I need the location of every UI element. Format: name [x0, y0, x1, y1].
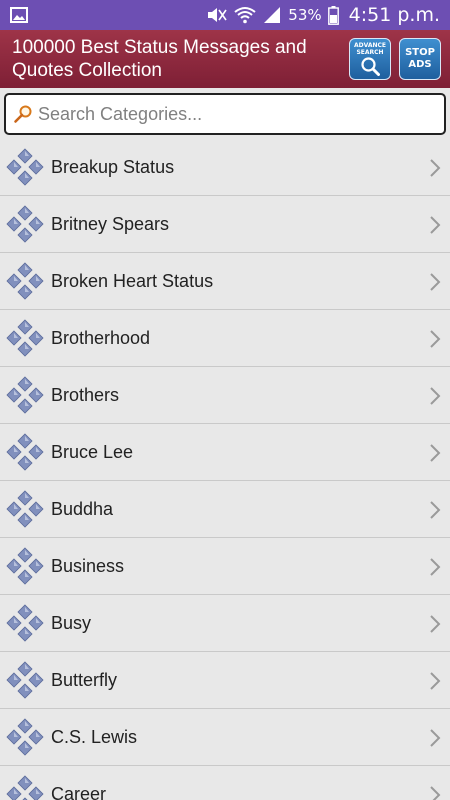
category-item[interactable]: Career: [0, 766, 450, 800]
category-item[interactable]: Broken Heart Status: [0, 253, 450, 310]
diamond-cluster-icon: [6, 604, 44, 642]
diamond-cluster-icon: [6, 547, 44, 585]
category-item[interactable]: Business: [0, 538, 450, 595]
category-label: Career: [51, 783, 107, 800]
advance-search-label-1: ADVANCE: [353, 42, 387, 49]
diamond-cluster-icon: [6, 775, 44, 800]
chevron-right-icon: [430, 216, 441, 234]
clock: 4:51 p.m.: [348, 4, 440, 26]
category-item[interactable]: Bruce Lee: [0, 424, 450, 481]
category-item[interactable]: Brotherhood: [0, 310, 450, 367]
wifi-icon: [234, 7, 256, 24]
category-item[interactable]: C.S. Lewis: [0, 709, 450, 766]
category-label: Business: [51, 555, 125, 576]
category-label: Butterfly: [51, 669, 118, 690]
category-label: Broken Heart Status: [51, 270, 214, 291]
category-label: Bruce Lee: [51, 441, 134, 462]
diamond-cluster-icon: [6, 262, 44, 300]
chevron-right-icon: [430, 672, 441, 690]
signal-icon: [264, 7, 281, 23]
magnifier-icon: [361, 57, 380, 76]
advance-search-label-2: SEARCH: [356, 49, 384, 56]
category-label: Busy: [51, 612, 92, 633]
category-label: C.S. Lewis: [51, 726, 138, 747]
category-label: Britney Spears: [51, 213, 170, 234]
category-item[interactable]: Brothers: [0, 367, 450, 424]
stop-ads-label-1: STOP: [405, 47, 435, 58]
mute-icon: [208, 8, 227, 22]
category-item[interactable]: Busy: [0, 595, 450, 652]
category-item[interactable]: Buddha: [0, 481, 450, 538]
chevron-right-icon: [430, 387, 441, 405]
chevron-right-icon: [430, 444, 441, 462]
diamond-cluster-icon: [6, 148, 44, 186]
chevron-right-icon: [430, 786, 441, 800]
chevron-right-icon: [430, 615, 441, 633]
search-input[interactable]: [36, 102, 440, 126]
search-bar: [4, 93, 446, 135]
stop-ads-button[interactable]: STOP ADS: [399, 38, 441, 80]
chevron-right-icon: [430, 558, 441, 576]
category-item[interactable]: Butterfly: [0, 652, 450, 709]
diamond-cluster-icon: [6, 376, 44, 414]
chevron-right-icon: [430, 330, 441, 348]
gallery-notification-icon: [10, 7, 28, 23]
diamond-cluster-icon: [6, 490, 44, 528]
diamond-cluster-icon: [6, 433, 44, 471]
search-icon: [14, 105, 32, 123]
app-title: 100000 Best Status Messages and Quotes C…: [12, 37, 307, 81]
chevron-right-icon: [430, 501, 441, 519]
chevron-right-icon: [430, 273, 441, 291]
category-label: Buddha: [51, 498, 114, 519]
diamond-cluster-icon: [6, 718, 44, 756]
chevron-right-icon: [430, 729, 441, 747]
advance-search-button[interactable]: ADVANCE SEARCH: [349, 38, 391, 80]
category-label: Breakup Status: [51, 156, 175, 177]
stop-ads-label-2: ADS: [408, 59, 432, 70]
chevron-right-icon: [430, 159, 441, 177]
battery-icon: [327, 5, 339, 25]
category-item[interactable]: Britney Spears: [0, 196, 450, 253]
diamond-cluster-icon: [6, 319, 44, 357]
app-bar: 100000 Best Status Messages and Quotes C…: [0, 30, 450, 88]
category-label: Brotherhood: [51, 327, 151, 348]
category-item[interactable]: Breakup Status: [0, 139, 450, 196]
category-list: Breakup Status Britney Spears Broken Heart…: [0, 139, 450, 800]
diamond-cluster-icon: [6, 205, 44, 243]
battery-percent: 53%: [288, 6, 322, 24]
diamond-cluster-icon: [6, 661, 44, 699]
status-bar: 53% 4:51 p.m.: [0, 0, 450, 30]
category-label: Brothers: [51, 384, 120, 405]
